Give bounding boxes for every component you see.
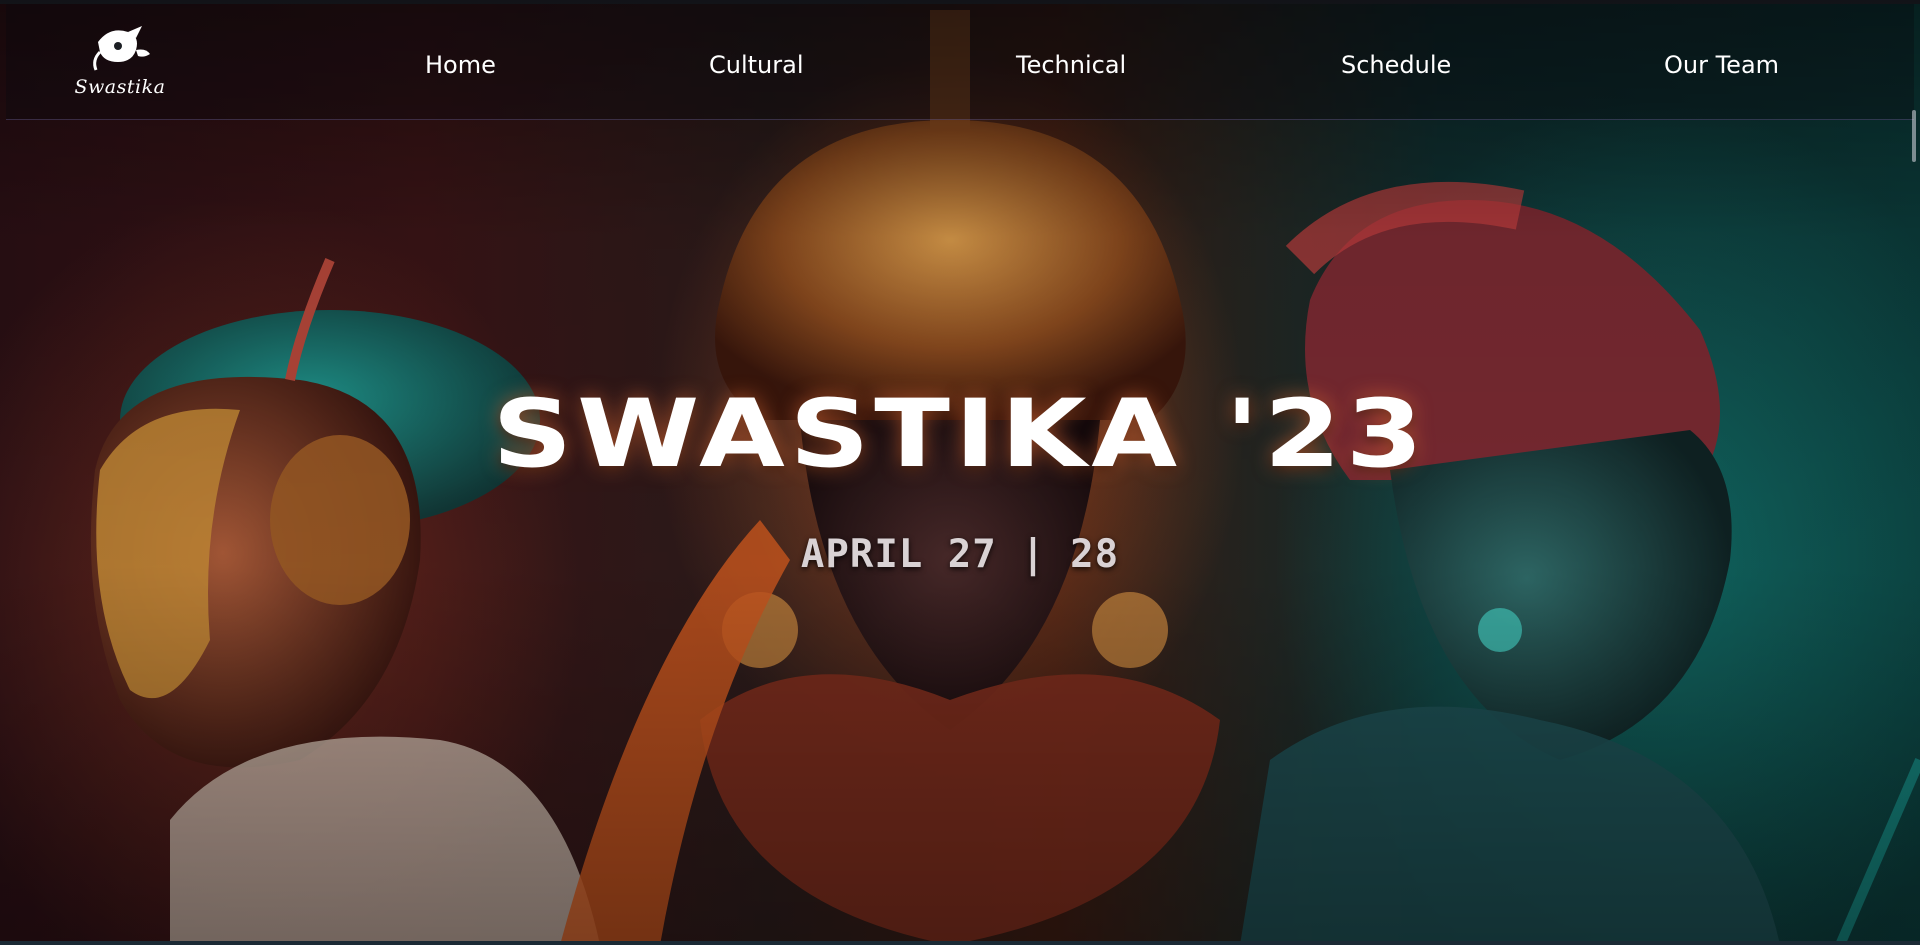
nav-home[interactable]: Home xyxy=(425,51,496,79)
top-navbar: Swastika Home Cultural Technical Schedul… xyxy=(6,4,1914,120)
hero-title: SWASTIKA '23 xyxy=(492,380,1428,489)
logo-text: Swastika xyxy=(74,76,166,98)
nav-technical[interactable]: Technical xyxy=(1016,51,1126,79)
page-viewport: Swastika Home Cultural Technical Schedul… xyxy=(0,0,1920,945)
nav-our-team[interactable]: Our Team xyxy=(1664,51,1779,79)
scrollbar-thumb[interactable] xyxy=(1912,110,1916,162)
nav-cultural[interactable]: Cultural xyxy=(709,51,804,79)
nav-schedule[interactable]: Schedule xyxy=(1341,51,1451,79)
hero-date: APRIL 27 | 28 xyxy=(800,532,1120,577)
site-logo[interactable]: Swastika xyxy=(70,22,170,100)
bottom-edge xyxy=(0,941,1920,945)
